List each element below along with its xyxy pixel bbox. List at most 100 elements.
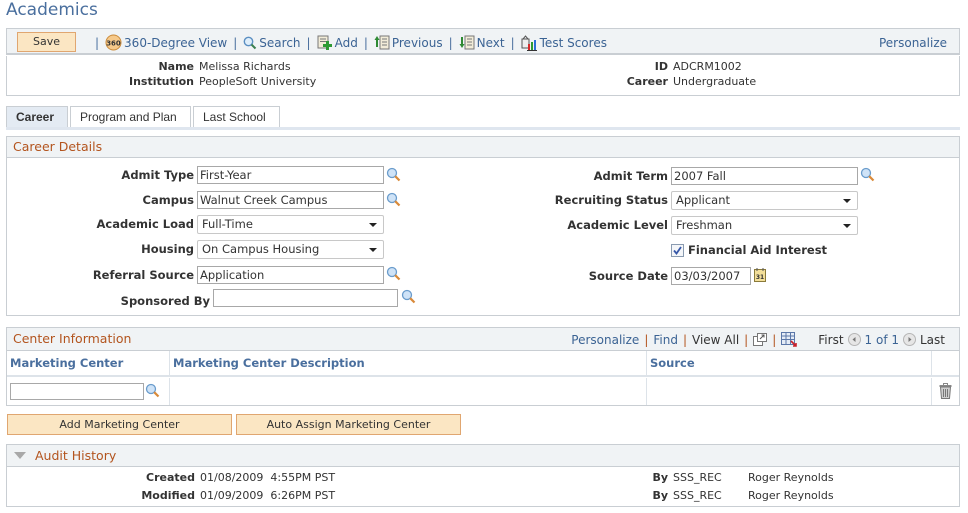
test-scores-link[interactable]: Test Scores — [521, 34, 607, 51]
tab-last-school-label: Last School — [203, 110, 266, 124]
academic-level-select[interactable]: Freshman — [671, 216, 858, 235]
test-scores-label: Test Scores — [539, 35, 607, 50]
center-information-section: Center Information Personalize | Find | … — [6, 327, 960, 406]
admit-type-label: Admit Type — [121, 168, 194, 182]
created-by-id: SSS_REC — [673, 471, 722, 484]
360-icon: 360 — [105, 34, 122, 51]
modified-label: Modified — [141, 489, 195, 502]
separator: | — [744, 332, 749, 347]
tab-program-and-plan[interactable]: Program and Plan — [70, 106, 191, 128]
financial-aid-interest: Financial Aid Interest — [671, 243, 827, 257]
separator: | — [772, 332, 777, 347]
chevron-down-icon — [369, 248, 377, 252]
auto-assign-marketing-center-button[interactable]: Auto Assign Marketing Center — [236, 414, 461, 435]
grid-view-all-link[interactable]: View All — [692, 333, 739, 347]
description-cell — [170, 378, 647, 405]
tab-last-school[interactable]: Last School — [193, 106, 280, 128]
academic-load-label: Academic Load — [96, 217, 194, 231]
separator: | — [448, 35, 453, 50]
referral-source-input[interactable]: Application — [197, 266, 384, 284]
previous-row-icon[interactable] — [847, 333, 861, 346]
previous-label: Previous — [391, 35, 443, 50]
tab-underline — [6, 127, 960, 130]
academic-load-value: Full-Time — [202, 217, 253, 231]
created-by-label: By — [652, 471, 668, 484]
academic-level-value: Freshman — [676, 218, 733, 232]
next-link[interactable]: Next — [459, 35, 505, 50]
sponsored-by-label: Sponsored By — [120, 294, 210, 308]
sponsored-by-input[interactable] — [213, 289, 398, 307]
academic-load-select[interactable]: Full-Time — [197, 215, 384, 234]
grid-toolbar: Personalize | Find | View All | | First … — [571, 332, 945, 347]
sponsored-by-lookup-icon[interactable] — [401, 289, 417, 305]
previous-icon — [374, 35, 390, 50]
add-marketing-center-button[interactable]: Add Marketing Center — [7, 414, 232, 435]
test-scores-icon — [521, 34, 537, 51]
referral-source-lookup-icon[interactable] — [386, 266, 402, 282]
next-row-icon[interactable] — [903, 333, 916, 346]
created-value: 01/08/2009 4:55PM PST — [200, 471, 336, 484]
next-icon — [459, 35, 475, 50]
table-row — [7, 378, 959, 405]
housing-label: Housing — [141, 242, 194, 256]
career-details-title: Career Details — [7, 137, 959, 158]
add-icon — [317, 35, 332, 50]
separator: | — [644, 332, 649, 347]
personalize-link[interactable]: Personalize — [879, 36, 947, 50]
save-button[interactable]: Save — [17, 32, 76, 52]
pager-last[interactable]: Last — [920, 333, 945, 347]
delete-row-icon[interactable] — [939, 383, 952, 399]
search-link[interactable]: Search — [243, 35, 301, 50]
previous-link[interactable]: Previous — [374, 35, 443, 50]
admit-type-input[interactable]: First-Year — [197, 166, 384, 184]
campus-label: Campus — [142, 193, 194, 207]
separator: | — [306, 35, 311, 50]
separator: | — [682, 332, 687, 347]
pager-first[interactable]: First — [818, 333, 843, 347]
download-grid-icon[interactable] — [781, 332, 798, 347]
housing-select[interactable]: On Campus Housing — [197, 240, 384, 259]
separator: | — [233, 35, 238, 50]
chevron-down-icon — [843, 224, 851, 228]
source-date-input[interactable]: 03/03/2007 — [671, 267, 751, 285]
360-degree-view-link[interactable]: 360 360-Degree View — [105, 34, 227, 51]
recruiting-status-select[interactable]: Applicant — [671, 191, 858, 210]
recruiting-status-value: Applicant — [676, 193, 731, 207]
search-label: Search — [259, 35, 301, 50]
grid-find-link[interactable]: Find — [653, 333, 678, 347]
marketing-center-lookup-icon[interactable] — [145, 383, 161, 399]
audit-history-title: Audit History — [35, 447, 117, 463]
grid-header-row: Marketing Center Marketing Center Descri… — [7, 351, 959, 377]
admit-term-lookup-icon[interactable] — [860, 167, 876, 183]
modified-by-name: Roger Reynolds — [748, 489, 834, 502]
column-source[interactable]: Source — [647, 351, 932, 377]
admit-term-input[interactable]: 2007 Fall — [671, 167, 858, 185]
column-marketing-center-description[interactable]: Marketing Center Description — [170, 351, 647, 377]
campus-input[interactable]: Walnut Creek Campus — [197, 191, 384, 209]
new-window-icon[interactable] — [753, 333, 768, 346]
svg-text:360: 360 — [106, 40, 121, 48]
tab-career[interactable]: Career — [6, 106, 68, 128]
source-cell — [647, 378, 932, 405]
search-icon — [243, 36, 257, 49]
source-date-label: Source Date — [588, 269, 668, 283]
financial-aid-checkbox[interactable] — [671, 243, 684, 257]
institution-value: PeopleSoft University — [199, 75, 317, 88]
audit-history-header[interactable]: Audit History — [7, 445, 959, 467]
page-title: Academics — [6, 0, 98, 20]
collapse-triangle-icon[interactable] — [13, 451, 27, 461]
svg-text:31: 31 — [756, 274, 764, 281]
campus-lookup-icon[interactable] — [386, 192, 402, 208]
separator: | — [363, 35, 368, 50]
column-marketing-center[interactable]: Marketing Center — [7, 351, 170, 377]
admit-type-lookup-icon[interactable] — [386, 167, 402, 183]
grid-personalize-link[interactable]: Personalize — [571, 333, 639, 347]
institution-label: Institution — [128, 75, 194, 88]
marketing-center-input[interactable] — [10, 383, 144, 400]
add-link[interactable]: Add — [317, 35, 358, 50]
tab-program-and-plan-label: Program and Plan — [80, 110, 177, 124]
recruiting-status-label: Recruiting Status — [554, 193, 668, 207]
calendar-icon[interactable]: 31 — [754, 268, 766, 282]
name-value: Melissa Richards — [199, 60, 291, 73]
next-label: Next — [476, 35, 505, 50]
